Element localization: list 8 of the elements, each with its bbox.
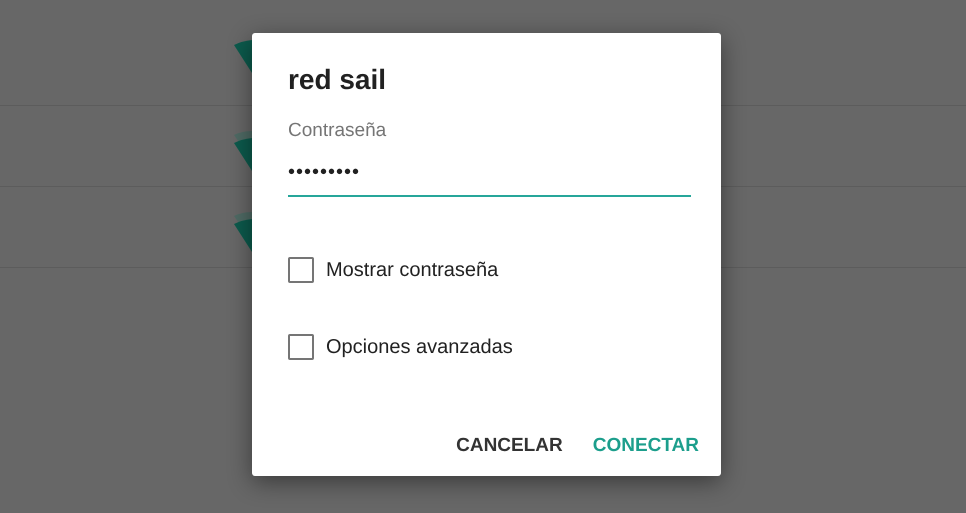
checkbox-label[interactable]: Mostrar contraseña [326, 255, 498, 286]
cancel-button[interactable]: CANCELAR [448, 424, 571, 469]
checkbox[interactable] [288, 334, 314, 360]
field-label: Contraseña [288, 118, 386, 143]
checkbox-label[interactable]: Opciones avanzadas [326, 332, 513, 362]
password-field[interactable]: ••••••••• [288, 149, 691, 198]
dialog-title: red sail [288, 63, 386, 97]
checkbox[interactable] [288, 257, 314, 284]
